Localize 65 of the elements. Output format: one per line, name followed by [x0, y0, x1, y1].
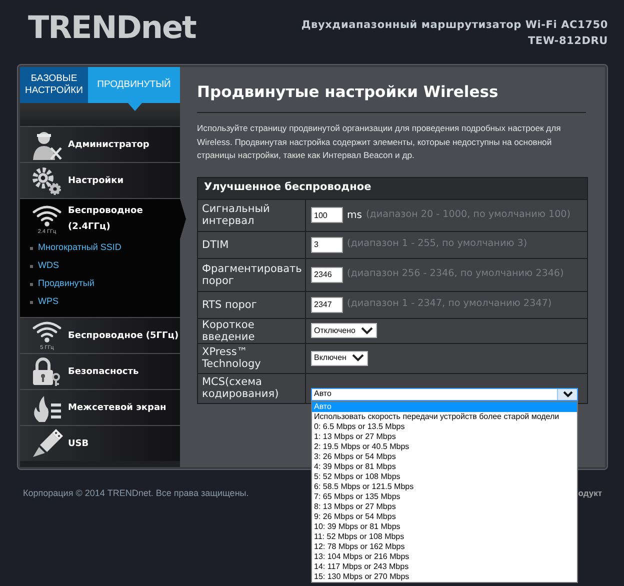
sidebar-item[interactable]: Безопасность — [20, 354, 180, 389]
dropdown-option[interactable]: 11: 52 Mbps or 108 Mbps — [312, 532, 577, 542]
dropdown-option[interactable]: 1: 13 Mbps or 27 Mbps — [312, 432, 577, 442]
bullet-icon — [30, 300, 33, 304]
dropdown-option[interactable]: 3: 26 Mbps or 54 Mbps — [312, 452, 577, 462]
input-field[interactable]: 2347 — [311, 296, 343, 312]
usb-plug-icon — [31, 428, 63, 458]
sidebar-item[interactable]: USB — [20, 426, 180, 461]
page-title: Продвинутые настройки Wireless — [197, 82, 500, 102]
unit-label: ms — [347, 208, 362, 222]
dropdown-option[interactable]: 13: 104 Mbps or 216 Mbps — [312, 552, 577, 562]
dropdown-option[interactable]: 10: 39 Mbps or 81 Mbps — [312, 522, 577, 532]
dropdown-option[interactable]: 8: 13 Mbps or 27 Mbps — [312, 502, 577, 512]
dropdown-option[interactable]: 5: 52 Mbps or 108 Mbps — [312, 472, 577, 482]
nav-tab[interactable]: БАЗОВЫЕ НАСТРОЙКИ — [20, 67, 88, 103]
dropdown-option[interactable]: 2: 19.5 Mbps or 40.5 Mbps — [312, 442, 577, 452]
field-label: RTS порог — [198, 292, 306, 318]
field-label: XPress™ Technology — [198, 344, 306, 372]
input-field[interactable]: 3 — [311, 236, 343, 252]
admin-icon — [31, 130, 63, 160]
sidebar-item[interactable]: Межсетевой экран — [20, 390, 180, 425]
select-field[interactable]: Включен — [311, 350, 368, 366]
product-title: Двухдиапазонный маршрутизатор Wi-Fi AC1750 — [301, 18, 608, 33]
hint-text: (диапазон 1 - 255, по умолчанию 3) — [347, 237, 528, 252]
field-label: DTIM — [198, 232, 306, 258]
table-title: Улучшенное беспроводное — [198, 178, 587, 200]
footer-text: одукт — [578, 487, 603, 500]
dropdown-option[interactable]: 14: 117 Mbps or 243 Mbps — [312, 562, 577, 572]
hint-text: (диапазон 256 - 2346, по умолчанию 2346) — [347, 267, 564, 282]
field-label: Короткое введение — [198, 318, 306, 342]
field-label: Сигнальный интервал — [198, 200, 306, 230]
chevron-icon — [352, 354, 364, 362]
dropdown-option[interactable]: 6: 58.5 Mbps or 121.5 Mbps — [312, 482, 577, 492]
brand-logo: TRENDnet — [27, 9, 196, 48]
dropdown-option[interactable]: 9: 26 Mbps or 54 Mbps — [312, 512, 577, 522]
dropdown-option[interactable]: 4: 39 Mbps or 81 Mbps — [312, 462, 577, 472]
select-field[interactable]: Отключено — [311, 323, 378, 338]
input-field[interactable]: 2346 — [311, 266, 343, 282]
input-field[interactable]: 100 — [311, 207, 343, 223]
dropdown-option[interactable]: Использовать скорость передачи устройств более старой модели — [312, 412, 577, 422]
description-text: Используйте страницу продвинутой организации для проведения подробных настроек для Wireless. Продвинутая настройка содержит элементы, которые недоступны на основной страницы настройки, такие как Интервал Beacon и др. — [197, 122, 562, 162]
submenu-link[interactable]: WPS — [38, 295, 59, 309]
field-label: Фрагментировать порог — [198, 258, 306, 290]
sidebar-item[interactable]: Настройки — [20, 163, 180, 198]
padlock-icon — [31, 356, 63, 386]
submenu-link[interactable]: Продвинутый — [38, 277, 94, 291]
submenu-link[interactable]: WDS — [38, 259, 59, 273]
hint-text: (диапазон 20 - 1000, по умолчанию 100) — [366, 208, 571, 222]
dropdown-option[interactable]: 12: 78 Mbps or 162 Mbps — [312, 542, 577, 552]
copyright-text: Корпорация © 2014 TRENDnet. Все права защищены. — [23, 487, 249, 500]
chevron-icon — [557, 388, 577, 400]
bullet-icon — [30, 246, 33, 250]
dropdown-option[interactable]: 7: 65 Mbps or 135 Mbps — [312, 492, 577, 502]
chevron-icon — [361, 326, 374, 334]
gears-icon — [31, 166, 63, 196]
submenu-link[interactable]: Многократный SSID — [38, 241, 122, 255]
hint-text: (диапазон 1 - 2347, по умолчанию 2347) — [347, 297, 552, 312]
bullet-icon — [30, 264, 33, 268]
bullet-icon — [30, 282, 33, 286]
dropdown-option[interactable]: 15: 130 Mbps or 270 Mbps — [312, 572, 577, 582]
dropdown-option[interactable]: 0: 6.5 Mbps or 13.5 Mbps — [312, 422, 577, 432]
sidebar-item[interactable]: Администратор — [20, 127, 180, 162]
select-field[interactable]: Авто — [311, 388, 578, 400]
field-label: MCS(схема кодирования) — [198, 374, 306, 402]
model-name: TEW-812DRU — [528, 34, 608, 49]
